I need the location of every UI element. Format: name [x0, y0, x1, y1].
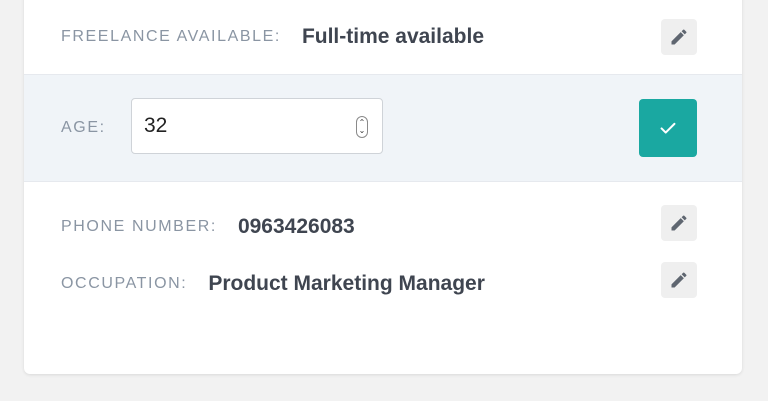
age-input[interactable]: [142, 113, 346, 139]
profile-details-card: FREELANCE AVAILABLE: Full-time available…: [24, 0, 742, 374]
check-icon: [660, 122, 676, 134]
age-input-container: ⌃ ⌄: [131, 98, 383, 154]
phone-label: PHONE NUMBER:: [61, 218, 217, 235]
phone-value: 0963426083: [237, 215, 355, 238]
edit-phone-button[interactable]: [661, 205, 697, 241]
freelance-value: Full-time available: [301, 25, 484, 48]
confirm-age-button[interactable]: [639, 99, 697, 157]
number-spinner[interactable]: ⌃ ⌄: [356, 116, 368, 138]
age-label: AGE:: [61, 119, 106, 136]
age-row-editing: AGE: ⌃ ⌄: [24, 75, 742, 182]
freelance-row: FREELANCE AVAILABLE: Full-time available: [24, 0, 742, 75]
freelance-label: FREELANCE AVAILABLE:: [61, 28, 281, 45]
occupation-value: Product Marketing Manager: [208, 272, 485, 295]
pencil-icon: [671, 215, 687, 231]
chevron-down-icon[interactable]: ⌄: [359, 127, 366, 135]
edit-freelance-button[interactable]: [661, 19, 697, 55]
pencil-icon: [671, 29, 687, 45]
occupation-label: OCCUPATION:: [61, 275, 188, 292]
phone-row: PHONE NUMBER: 0963426083: [24, 202, 742, 252]
edit-occupation-button[interactable]: [661, 262, 697, 298]
pencil-icon: [671, 272, 687, 288]
occupation-row: OCCUPATION: Product Marketing Manager: [24, 259, 742, 309]
